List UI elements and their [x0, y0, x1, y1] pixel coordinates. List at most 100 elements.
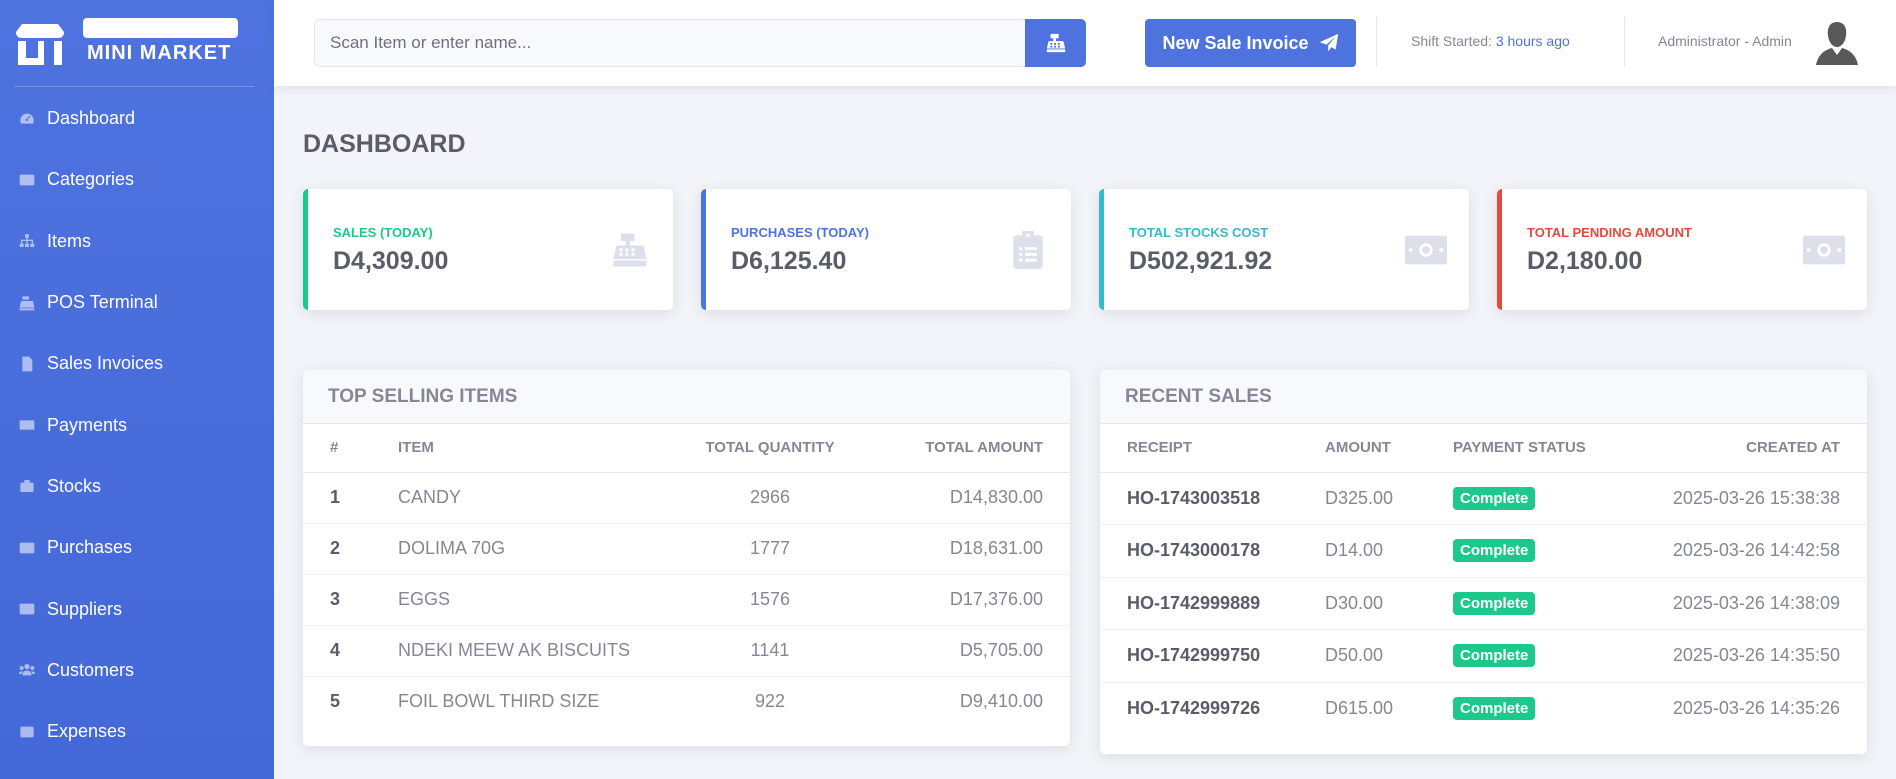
table-row[interactable]: HO-1742999889 D30.00 Complete 2025-03-26 14… [1100, 576, 1867, 630]
table-cell: D14.00 [1325, 524, 1453, 577]
table-cell: 2025-03-26 15:38:38 [1621, 471, 1867, 525]
sidebar-item-label: Purchases [47, 537, 133, 558]
receipt-link[interactable]: HO-1743003518 [1100, 471, 1325, 525]
brand-banner [83, 18, 238, 38]
table-cell: Complete [1453, 524, 1622, 577]
table-cell: D5,705.00 [870, 624, 1070, 676]
sidebar-item-categories[interactable]: Categories [0, 149, 274, 210]
sidebar-item-suppliers[interactable]: Suppliers [0, 578, 274, 639]
table-cell: EGGS [398, 573, 670, 625]
list-alt-icon [16, 541, 38, 555]
sidebar-item-label: Sales Invoices [47, 353, 164, 374]
sidebar-nav: Dashboard Categories Items POS Terminal Sale… [0, 88, 274, 762]
stat-card-label: TOTAL PENDING AMOUNT [1527, 225, 1692, 240]
paper-plane-icon [1319, 33, 1338, 52]
sitemap-icon [16, 234, 38, 248]
table-cell: 1 [303, 471, 398, 523]
sidebar-item-pos-terminal[interactable]: POS Terminal [0, 272, 274, 333]
sidebar-item-label: Payments [47, 414, 128, 435]
brand[interactable]: MINI MARKET [0, 0, 274, 88]
sidebar-item-dashboard[interactable]: Dashboard [0, 88, 274, 149]
store-icon [14, 22, 66, 66]
scan-button[interactable] [1025, 19, 1086, 67]
table-row[interactable]: 3 EGGS 1576 D17,376.00 [303, 573, 1070, 625]
table-cell: D9,410.00 [870, 675, 1070, 727]
sidebar-item-label: Suppliers [47, 598, 123, 619]
table-row[interactable]: HO-1743000178 D14.00 Complete 2025-03-26 14… [1100, 524, 1867, 577]
sidebar-item-payments[interactable]: Payments [0, 394, 274, 455]
receipt-link[interactable]: HO-1743000178 [1100, 524, 1325, 577]
table-cell: D50.00 [1325, 629, 1453, 682]
tachometer-icon [16, 112, 38, 126]
table-cell: 2025-03-26 14:35:50 [1621, 629, 1867, 682]
top-selling-panel: TOP SELLING ITEMS # ITEM TOTAL QUANTITY TOT… [303, 370, 1070, 746]
table-row[interactable]: 2 DOLIMA 70G 1777 D18,631.00 [303, 522, 1070, 574]
search-input[interactable] [314, 19, 1027, 67]
sidebar-item-expenses[interactable]: Expenses [0, 701, 274, 762]
cash-register-icon [16, 295, 38, 310]
cash-register-icon [609, 229, 651, 271]
table-cell: 2025-03-26 14:42:58 [1621, 524, 1867, 577]
stat-card: SALES (TODAY) D4,309.00 [303, 189, 673, 310]
column-header: CREATED AT [1621, 424, 1867, 473]
table-cell: D325.00 [1325, 471, 1453, 525]
user-name[interactable]: Administrator - Admin [1658, 33, 1792, 49]
file-invoice-icon [16, 356, 38, 372]
table-row[interactable]: 4 NDEKI MEEW AK BISCUITS 1141 D5,705.00 [303, 624, 1070, 676]
sidebar-item-customers[interactable]: Customers [0, 640, 274, 701]
column-header: RECEIPT [1100, 424, 1325, 473]
table-row[interactable]: 5 FOIL BOWL THIRD SIZE 922 D9,410.00 [303, 675, 1070, 727]
table-row[interactable]: HO-1742999726 D615.00 Complete 2025-03-26 1… [1100, 681, 1867, 735]
stat-card: PURCHASES (TODAY) D6,125.40 [701, 189, 1071, 310]
money-bill-icon [1405, 229, 1447, 271]
top-selling-title: TOP SELLING ITEMS [303, 370, 1070, 424]
column-header: PAYMENT STATUS [1453, 424, 1622, 473]
table-cell: 1576 [670, 573, 870, 625]
stat-card-value: D2,180.00 [1527, 247, 1643, 275]
topbar-divider [1624, 17, 1625, 67]
table-cell: FOIL BOWL THIRD SIZE [398, 675, 670, 727]
sidebar-item-items[interactable]: Items [0, 211, 274, 272]
table-cell: 2025-03-26 14:35:26 [1621, 681, 1867, 735]
stat-card-label: TOTAL STOCKS COST [1129, 225, 1269, 240]
sidebar-item-stocks[interactable]: Stocks [0, 456, 274, 517]
sidebar-divider [14, 86, 254, 87]
shift-label: Shift Started: [1411, 33, 1492, 49]
stat-card-value: D4,309.00 [333, 247, 449, 275]
table-cell: 3 [303, 573, 398, 625]
sidebar: MINI MARKET Dashboard Categories Items POS … [0, 0, 274, 779]
table-cell: 2025-03-26 14:38:09 [1621, 576, 1867, 630]
money-bill-icon [1803, 229, 1845, 271]
topbar-divider [1376, 17, 1377, 67]
table-row[interactable]: 1 CANDY 2966 D14,830.00 [303, 471, 1070, 523]
sidebar-item-sales-invoices[interactable]: Sales Invoices [0, 333, 274, 394]
sidebar-item-label: Categories [47, 169, 135, 190]
receipt-link[interactable]: HO-1742999889 [1100, 576, 1325, 630]
table-row[interactable]: HO-1743003518 D325.00 Complete 2025-03-26 1… [1100, 471, 1867, 525]
table-cell: 1777 [670, 522, 870, 574]
cash-register-icon [1046, 33, 1065, 53]
list-icon [16, 173, 38, 187]
recent-sales-title: RECENT SALES [1100, 370, 1867, 424]
recent-sales-panel: RECENT SALES RECEIPT AMOUNT PAYMENT STATUS… [1100, 370, 1867, 754]
money-bill-icon [16, 418, 38, 432]
receipt-link[interactable]: HO-1742999726 [1100, 681, 1325, 735]
table-cell: D14,830.00 [870, 471, 1070, 523]
sidebar-item-label: Dashboard [47, 108, 136, 129]
table-cell: D17,376.00 [870, 573, 1070, 625]
table-cell: Complete [1453, 629, 1622, 682]
stat-card-label: PURCHASES (TODAY) [731, 225, 869, 240]
table-cell: Complete [1453, 576, 1622, 630]
shift-value: 3 hours ago [1495, 33, 1570, 49]
avatar[interactable] [1812, 17, 1862, 67]
sidebar-item-purchases[interactable]: Purchases [0, 517, 274, 578]
table-cell: D30.00 [1325, 576, 1453, 630]
sidebar-item-label: Items [47, 230, 92, 251]
table-cell: Complete [1453, 471, 1622, 525]
stat-card: TOTAL PENDING AMOUNT D2,180.00 [1497, 189, 1867, 310]
receipt-link[interactable]: HO-1742999750 [1100, 629, 1325, 682]
new-sale-invoice-button[interactable]: New Sale Invoice [1145, 19, 1356, 67]
table-row[interactable]: HO-1742999750 D50.00 Complete 2025-03-26 14… [1100, 629, 1867, 682]
table-cell: DOLIMA 70G [398, 522, 670, 574]
sidebar-item-label: POS Terminal [47, 292, 158, 313]
